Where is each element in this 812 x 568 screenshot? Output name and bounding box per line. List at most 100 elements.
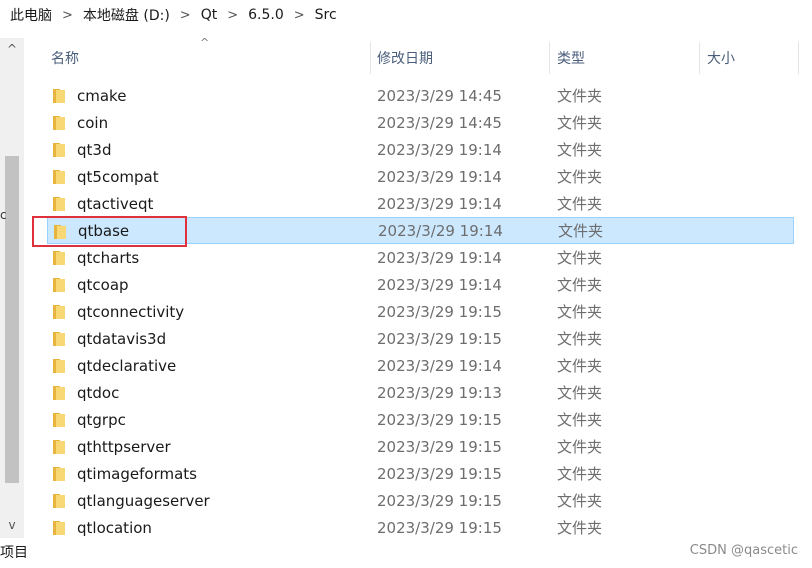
file-modified-date: 2023/3/29 19:15: [377, 302, 502, 321]
vertical-scrollbar[interactable]: ^ v: [0, 38, 24, 538]
file-name[interactable]: qtlanguageserver: [77, 492, 210, 510]
file-type: 文件夹: [557, 249, 603, 267]
file-type: 文件夹: [557, 438, 603, 456]
file-row[interactable]: cmake 2023/3/29 14:45 文件夹: [47, 82, 794, 109]
file-modified-date: 2023/3/29 19:14: [377, 248, 502, 267]
annotation-highlight-box: [32, 216, 187, 247]
file-modified-date: 2023/3/29 19:14: [378, 221, 503, 240]
file-modified-date: 2023/3/29 19:14: [377, 140, 502, 159]
file-name[interactable]: qtactiveqt: [77, 195, 153, 213]
folder-icon: [53, 440, 65, 454]
file-name[interactable]: qtgrpc: [77, 411, 126, 429]
file-modified-date: 2023/3/29 19:14: [377, 275, 502, 294]
file-modified-date: 2023/3/29 19:15: [377, 437, 502, 456]
file-row[interactable]: qtconnectivity 2023/3/29 19:15 文件夹: [47, 298, 794, 325]
folder-icon: [53, 467, 65, 481]
file-type: 文件夹: [557, 465, 603, 483]
file-name[interactable]: qt3d: [77, 141, 111, 159]
file-row[interactable]: qtgrpc 2023/3/29 19:15 文件夹: [47, 406, 794, 433]
file-type: 文件夹: [557, 357, 603, 375]
file-row[interactable]: qt5compat 2023/3/29 19:14 文件夹: [47, 163, 794, 190]
scroll-up-icon[interactable]: ^: [0, 38, 24, 60]
column-divider[interactable]: [699, 42, 700, 74]
file-modified-date: 2023/3/29 14:45: [377, 86, 502, 105]
column-header-row: 名称 修改日期 类型 大小: [40, 40, 812, 76]
file-name[interactable]: qtdeclarative: [77, 357, 176, 375]
folder-icon: [53, 386, 65, 400]
file-row[interactable]: qtlocation 2023/3/29 19:15 文件夹: [47, 514, 794, 541]
folder-icon: [53, 305, 65, 319]
folder-icon: [53, 251, 65, 265]
file-name[interactable]: qtimageformats: [77, 465, 197, 483]
file-row[interactable]: qtactiveqt 2023/3/29 19:14 文件夹: [47, 190, 794, 217]
folder-icon: [53, 359, 65, 373]
breadcrumb-separator-icon[interactable]: >: [62, 8, 73, 23]
breadcrumb-item-qt[interactable]: Qt: [201, 7, 218, 23]
breadcrumb-separator-icon[interactable]: >: [294, 8, 305, 23]
file-type: 文件夹: [557, 195, 603, 213]
file-row[interactable]: qtdoc 2023/3/29 19:13 文件夹: [47, 379, 794, 406]
file-type: 文件夹: [557, 276, 603, 294]
file-name[interactable]: qthttpserver: [77, 438, 171, 456]
breadcrumb: 此电脑 > 本地磁盘 (D:) > Qt > 6.5.0 > Src: [0, 0, 812, 30]
breadcrumb-separator-icon[interactable]: >: [227, 8, 238, 23]
folder-icon: [53, 278, 65, 292]
column-divider[interactable]: [798, 42, 799, 74]
file-name[interactable]: qtdoc: [77, 384, 119, 402]
file-row[interactable]: coin 2023/3/29 14:45 文件夹: [47, 109, 794, 136]
file-name[interactable]: qtconnectivity: [77, 303, 184, 321]
file-row[interactable]: qtcharts 2023/3/29 19:14 文件夹: [47, 244, 794, 271]
folder-icon: [53, 413, 65, 427]
file-type: 文件夹: [557, 330, 603, 348]
file-name[interactable]: qtcoap: [77, 276, 129, 294]
file-name[interactable]: qtcharts: [77, 249, 139, 267]
file-row[interactable]: qthttpserver 2023/3/29 19:15 文件夹: [47, 433, 794, 460]
breadcrumb-item-drive[interactable]: 本地磁盘 (D:): [83, 5, 170, 25]
scroll-down-icon[interactable]: v: [0, 514, 24, 536]
column-divider[interactable]: [370, 42, 371, 74]
file-name[interactable]: coin: [77, 114, 108, 132]
folder-icon: [53, 170, 65, 184]
file-name[interactable]: qtlocation: [77, 519, 152, 537]
breadcrumb-item-src[interactable]: Src: [315, 7, 337, 23]
side-pane-fragment: c: [0, 208, 7, 222]
file-modified-date: 2023/3/29 19:15: [377, 410, 502, 429]
column-header-size[interactable]: 大小: [707, 40, 735, 76]
file-row[interactable]: qtdatavis3d 2023/3/29 19:15 文件夹: [47, 325, 794, 352]
file-row[interactable]: qtlanguageserver 2023/3/29 19:15 文件夹: [47, 487, 794, 514]
file-row[interactable]: qt3d 2023/3/29 19:14 文件夹: [47, 136, 794, 163]
file-type: 文件夹: [557, 87, 603, 105]
breadcrumb-item-version[interactable]: 6.5.0: [248, 7, 284, 23]
column-header-modified[interactable]: 修改日期: [377, 40, 433, 76]
file-type: 文件夹: [557, 411, 603, 429]
file-row[interactable]: qtcoap 2023/3/29 19:14 文件夹: [47, 271, 794, 298]
file-modified-date: 2023/3/29 19:15: [377, 491, 502, 510]
folder-icon: [53, 197, 65, 211]
file-name[interactable]: cmake: [77, 87, 126, 105]
column-header-type[interactable]: 类型: [557, 40, 585, 76]
file-row[interactable]: qtimageformats 2023/3/29 19:15 文件夹: [47, 460, 794, 487]
column-header-name[interactable]: 名称: [51, 40, 79, 76]
file-type: 文件夹: [557, 303, 603, 321]
file-type: 文件夹: [557, 519, 603, 537]
file-type: 文件夹: [557, 492, 603, 510]
file-type: 文件夹: [557, 114, 603, 132]
file-row[interactable]: qtdeclarative 2023/3/29 19:14 文件夹: [47, 352, 794, 379]
column-divider[interactable]: [549, 42, 550, 74]
folder-icon: [53, 494, 65, 508]
folder-icon: [53, 521, 65, 535]
breadcrumb-item-this-pc[interactable]: 此电脑: [10, 5, 52, 25]
file-type: 文件夹: [558, 222, 604, 240]
file-modified-date: 2023/3/29 19:15: [377, 518, 502, 537]
watermark: CSDN @qascetic: [689, 543, 798, 558]
file-type: 文件夹: [557, 168, 603, 186]
file-modified-date: 2023/3/29 14:45: [377, 113, 502, 132]
scrollbar-thumb[interactable]: [5, 156, 19, 483]
file-modified-date: 2023/3/29 19:14: [377, 167, 502, 186]
breadcrumb-separator-icon[interactable]: >: [180, 8, 191, 23]
folder-icon: [53, 89, 65, 103]
folder-icon: [53, 332, 65, 346]
file-name[interactable]: qtdatavis3d: [77, 330, 166, 348]
file-name[interactable]: qt5compat: [77, 168, 159, 186]
file-modified-date: 2023/3/29 19:13: [377, 383, 502, 402]
